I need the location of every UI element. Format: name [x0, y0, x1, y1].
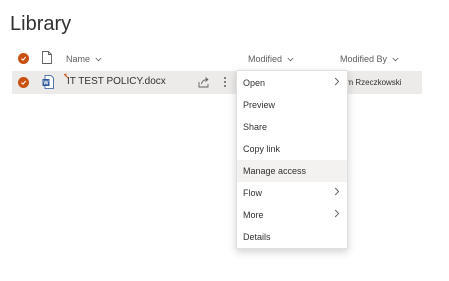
select-all-checkbox[interactable]	[18, 53, 29, 64]
checkmark-icon	[21, 80, 27, 85]
column-header-modified-by[interactable]: Modified By	[340, 54, 399, 64]
column-header-name-label: Name	[66, 54, 91, 64]
svg-text:W: W	[43, 81, 49, 87]
column-header-row: Name Modified Modified By	[0, 49, 422, 69]
menu-item-copy-link[interactable]: Copy link	[237, 138, 347, 160]
more-actions-icon[interactable]	[223, 76, 227, 88]
menu-item-share[interactable]: Share	[237, 116, 347, 138]
menu-item-flow[interactable]: Flow	[237, 182, 347, 204]
chevron-right-icon	[334, 209, 340, 218]
menu-item-preview[interactable]: Preview	[237, 94, 347, 116]
file-type-icon[interactable]	[42, 51, 52, 64]
column-header-modified-by-label: Modified By	[340, 54, 388, 64]
menu-item-label: More	[243, 210, 264, 220]
chevron-down-icon	[287, 57, 294, 62]
chevron-down-icon	[392, 57, 399, 62]
column-header-modified-label: Modified	[248, 54, 283, 64]
file-name-link[interactable]: IT TEST POLICY.docx	[67, 76, 166, 87]
menu-item-label: Share	[243, 122, 268, 132]
table-row[interactable]: W IT TEST POLICY.docx om Rzeczkowski	[12, 71, 422, 94]
menu-item-open[interactable]: Open	[237, 72, 347, 94]
menu-item-label: Copy link	[243, 144, 281, 154]
chevron-down-icon	[95, 57, 102, 62]
menu-item-label: Open	[243, 78, 266, 88]
menu-item-details[interactable]: Details	[237, 226, 347, 248]
checkmark-icon	[21, 56, 27, 61]
share-icon[interactable]	[198, 76, 210, 88]
word-doc-icon: W	[42, 75, 54, 89]
chevron-right-icon	[334, 77, 340, 86]
menu-item-label: Manage access	[243, 166, 307, 176]
menu-item-label: Preview	[243, 100, 276, 110]
menu-item-label: Details	[243, 232, 271, 242]
column-header-name[interactable]: Name	[66, 54, 102, 64]
row-select-checkbox[interactable]	[18, 77, 29, 88]
menu-item-more[interactable]: More	[237, 204, 347, 226]
page-title: Library	[10, 13, 72, 35]
modified-by-value: om Rzeczkowski	[342, 78, 402, 87]
menu-item-label: Flow	[243, 188, 263, 198]
context-menu: Open Preview Share Copy link Manage acce…	[236, 70, 348, 249]
column-header-modified[interactable]: Modified	[248, 54, 294, 64]
menu-item-manage-access[interactable]: Manage access	[237, 160, 347, 182]
chevron-right-icon	[334, 187, 340, 196]
